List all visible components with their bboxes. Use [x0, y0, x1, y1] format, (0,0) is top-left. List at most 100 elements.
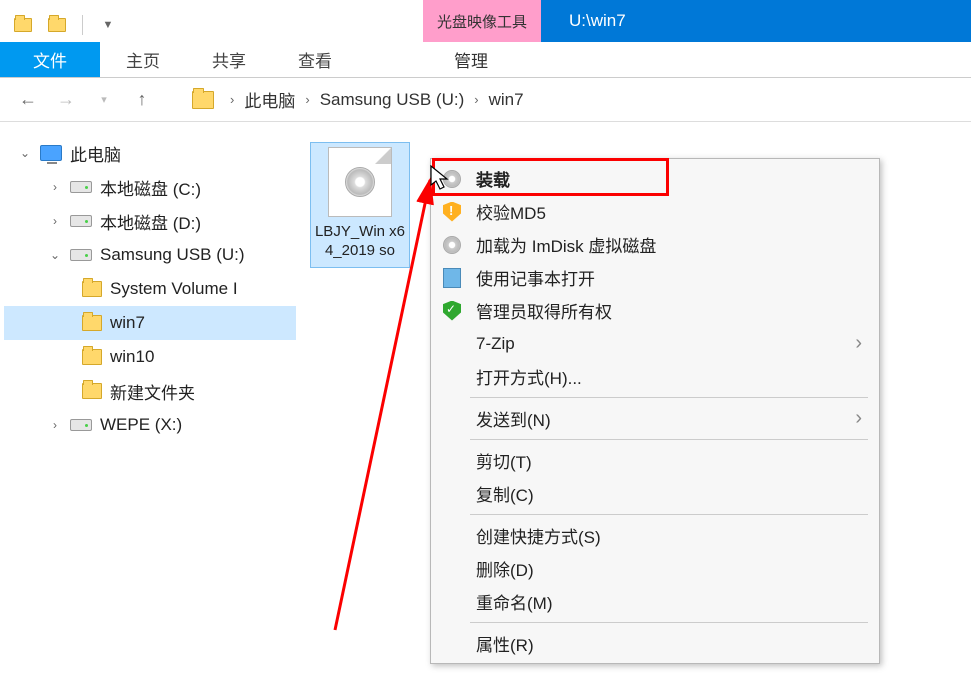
breadcrumb-item[interactable]: Samsung USB (U:)	[320, 90, 465, 110]
folder-icon	[82, 281, 102, 297]
file-tab[interactable]: 文件	[0, 42, 100, 77]
menu-label: 剪切(T)	[476, 448, 532, 473]
tree-folder-win7[interactable]: win7	[4, 306, 296, 340]
file-iso[interactable]: LBJY_Win x64_2019 so	[310, 142, 410, 268]
notepad-icon	[440, 266, 464, 290]
menu-label: 发送到(N)	[476, 406, 551, 431]
quick-access-toolbar: ▼	[0, 0, 123, 42]
menu-separator	[470, 514, 868, 515]
tree-drive-x[interactable]: › WEPE (X:)	[4, 408, 296, 442]
menu-properties[interactable]: 属性(R)	[434, 627, 876, 660]
disc-icon	[440, 167, 464, 191]
shield-warning-icon	[440, 200, 464, 224]
menu-label: 删除(D)	[476, 556, 534, 581]
menu-label: 7-Zip	[476, 334, 515, 354]
tree-drive-d[interactable]: › 本地磁盘 (D:)	[4, 204, 296, 238]
menu-label: 重命名(M)	[476, 589, 552, 614]
ribbon-tab-manage[interactable]: 管理	[428, 42, 514, 77]
chevron-down-icon: ▼	[103, 19, 114, 31]
arrow-up-icon: ↑	[138, 89, 147, 110]
nav-recent-dropdown[interactable]: ▾	[92, 88, 116, 112]
tree-label: 本地磁盘 (D:)	[100, 209, 201, 234]
menu-openwith[interactable]: 打开方式(H)...	[434, 360, 876, 393]
menu-notepad[interactable]: 使用记事本打开	[434, 261, 876, 294]
menu-mount[interactable]: 装载	[434, 162, 876, 195]
breadcrumb-item[interactable]: 此电脑	[244, 87, 295, 112]
chevron-right-icon: ›	[474, 92, 478, 107]
menu-separator	[470, 439, 868, 440]
arrow-right-icon: →	[57, 89, 75, 110]
chevron-right-icon: ›	[305, 92, 309, 107]
tree-label: System Volume I	[110, 279, 238, 299]
expand-icon[interactable]: ›	[48, 418, 62, 432]
nav-forward-button[interactable]: →	[54, 88, 78, 112]
drive-icon	[70, 249, 92, 261]
folder-icon	[82, 315, 102, 331]
chevron-right-icon: ›	[855, 407, 862, 430]
tree-label: 此电脑	[70, 141, 121, 166]
menu-cut[interactable]: 剪切(T)	[434, 444, 876, 477]
tree-folder-svi[interactable]: System Volume I	[4, 272, 296, 306]
breadcrumb-item[interactable]: win7	[489, 90, 524, 110]
shield-check-icon	[440, 299, 464, 323]
chevron-down-icon: ▾	[101, 93, 107, 106]
chevron-right-icon: ›	[855, 332, 862, 355]
folder-icon	[82, 383, 102, 399]
disc-icon	[440, 233, 464, 257]
menu-label: 复制(C)	[476, 481, 534, 506]
menu-separator	[470, 397, 868, 398]
menu-label: 创建快捷方式(S)	[476, 523, 601, 548]
tree-folder-win10[interactable]: win10	[4, 340, 296, 374]
tree-drive-c[interactable]: › 本地磁盘 (C:)	[4, 170, 296, 204]
menu-copy[interactable]: 复制(C)	[434, 477, 876, 510]
menu-admin[interactable]: 管理员取得所有权	[434, 294, 876, 327]
menu-label: 加载为 ImDisk 虚拟磁盘	[476, 232, 656, 257]
tree-label: 新建文件夹	[110, 379, 195, 404]
menu-shortcut[interactable]: 创建快捷方式(S)	[434, 519, 876, 552]
expand-icon[interactable]: ›	[48, 180, 62, 194]
menu-separator	[470, 622, 868, 623]
menu-md5[interactable]: 校验MD5	[434, 195, 876, 228]
ribbon-tab-home[interactable]: 主页	[100, 42, 186, 77]
window-title: U:\win7	[541, 0, 971, 42]
breadcrumb[interactable]: › 此电脑 › Samsung USB (U:) › win7	[192, 87, 524, 112]
qat-folder-2[interactable]	[42, 13, 72, 37]
tree-this-pc[interactable]: ⌄ 此电脑	[4, 136, 296, 170]
folder-icon	[82, 349, 102, 365]
navbar: ← → ▾ ↑ › 此电脑 › Samsung USB (U:) › win7	[0, 78, 971, 122]
menu-label: 使用记事本打开	[476, 265, 595, 290]
expand-icon[interactable]: ⌄	[48, 248, 62, 262]
ribbon-tab-share[interactable]: 共享	[186, 42, 272, 77]
tree-folder-new[interactable]: 新建文件夹	[4, 374, 296, 408]
qat-folder-1[interactable]	[8, 13, 38, 37]
nav-up-button[interactable]: ↑	[130, 88, 154, 112]
menu-7zip[interactable]: 7-Zip ›	[434, 327, 876, 360]
ribbon-tab-view[interactable]: 查看	[272, 42, 358, 77]
tree-label: Samsung USB (U:)	[100, 245, 245, 265]
menu-label: 管理员取得所有权	[476, 298, 612, 323]
qat-separator	[82, 15, 83, 35]
drive-icon	[70, 181, 92, 193]
pc-icon	[40, 145, 62, 161]
menu-delete[interactable]: 删除(D)	[434, 552, 876, 585]
tree-label: win7	[110, 313, 145, 333]
menu-label: 属性(R)	[476, 631, 534, 656]
tree-label: win10	[110, 347, 154, 367]
nav-back-button[interactable]: ←	[16, 88, 40, 112]
tree-drive-u[interactable]: ⌄ Samsung USB (U:)	[4, 238, 296, 272]
context-menu: 装载 校验MD5 加载为 ImDisk 虚拟磁盘 使用记事本打开 管理员取得所有…	[430, 158, 880, 664]
titlebar: ▼ 光盘映像工具 U:\win7	[0, 0, 971, 42]
menu-imdisk[interactable]: 加载为 ImDisk 虚拟磁盘	[434, 228, 876, 261]
menu-label: 校验MD5	[476, 199, 546, 224]
menu-rename[interactable]: 重命名(M)	[434, 585, 876, 618]
context-tool-tab: 光盘映像工具	[423, 0, 541, 42]
ribbon-tabs: 文件 主页 共享 查看 管理	[0, 42, 971, 78]
qat-dropdown[interactable]: ▼	[93, 13, 123, 37]
tree-label: WEPE (X:)	[100, 415, 182, 435]
menu-sendto[interactable]: 发送到(N) ›	[434, 402, 876, 435]
expand-icon[interactable]: ⌄	[18, 146, 32, 160]
drive-icon	[70, 215, 92, 227]
expand-icon[interactable]: ›	[48, 214, 62, 228]
arrow-left-icon: ←	[19, 89, 37, 110]
menu-label: 装载	[476, 166, 510, 191]
